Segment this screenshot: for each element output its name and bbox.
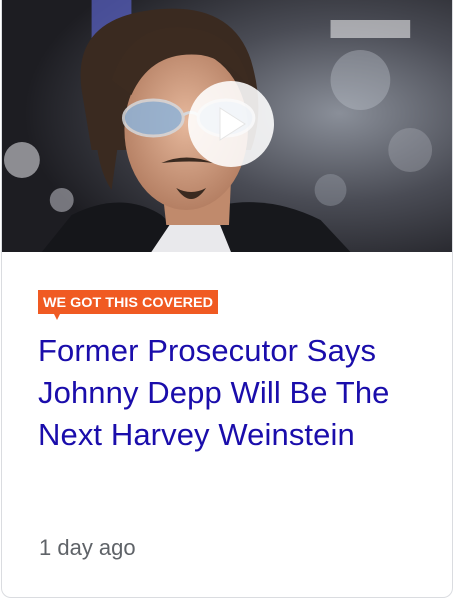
play-icon [219,107,246,141]
timestamp: 1 day ago [39,535,136,560]
video-thumbnail[interactable] [2,0,452,252]
source-logo-text: WE GOT THIS COVERED [43,295,213,310]
headline-link[interactable]: Former Prosecutor Says Johnny Depp Will … [38,330,416,456]
play-button[interactable] [188,81,274,167]
source-logo[interactable]: WE GOT THIS COVERED [38,290,220,326]
card-body: WE GOT THIS COVERED Former Prosecutor Sa… [2,290,452,456]
news-card[interactable]: WE GOT THIS COVERED Former Prosecutor Sa… [1,0,453,598]
